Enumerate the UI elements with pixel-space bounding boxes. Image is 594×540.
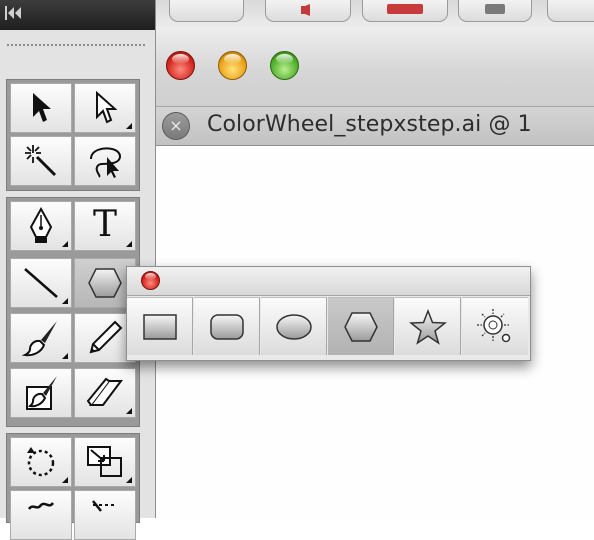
free-transform-tool[interactable]: [74, 490, 136, 540]
flyout-indicator-icon: [62, 241, 68, 247]
speaker-icon: [297, 1, 319, 20]
flyout-indicator-icon: [126, 123, 132, 129]
tool-group-transform: [6, 433, 140, 540]
flare-icon: [477, 308, 511, 342]
polygon-tool-option[interactable]: [328, 297, 394, 355]
star-icon: [408, 308, 447, 345]
blob-brush-icon: [26, 376, 57, 410]
flyout-indicator-icon: [126, 241, 132, 247]
flare-tool[interactable]: [462, 297, 528, 355]
hexagon-icon: [88, 268, 122, 298]
scale-tool[interactable]: [74, 437, 136, 487]
flyout-titlebar[interactable]: [127, 267, 530, 296]
hollow-arrow-icon: [96, 91, 117, 124]
warp-tool[interactable]: [10, 490, 72, 540]
toolbar-button[interactable]: [458, 0, 532, 22]
warp-icon: [27, 502, 55, 510]
window-titlebar: [156, 30, 594, 107]
window-minimize-button[interactable]: [218, 51, 247, 80]
flyout-close-button[interactable]: [141, 271, 160, 290]
type-tool[interactable]: T: [74, 201, 136, 251]
shape-tools-flyout: [126, 266, 531, 361]
document-tab[interactable]: × ColorWheel_stepxstep.ai @ 1: [156, 107, 594, 146]
ellipse-icon: [275, 313, 312, 340]
scale-icon: [87, 446, 122, 477]
flyout-indicator-icon: [126, 477, 132, 483]
line-segment-tool[interactable]: [10, 258, 72, 308]
lasso-tool[interactable]: [74, 136, 136, 186]
lasso-icon: [90, 147, 121, 178]
flyout-indicator-icon: [62, 298, 68, 304]
eraser-tool[interactable]: [74, 368, 136, 418]
tools-panel: T: [0, 0, 156, 540]
paintbrush-tool[interactable]: [10, 313, 72, 363]
line-icon: [24, 268, 58, 298]
rounded-rectangle-icon: [209, 313, 244, 340]
arrow-icon: [33, 93, 51, 122]
flyout-indicator-icon: [62, 477, 68, 483]
pen-tool[interactable]: [10, 201, 72, 251]
rectangle-icon: [142, 313, 177, 340]
blob-brush-tool[interactable]: [10, 368, 72, 418]
panel-grip[interactable]: [6, 43, 146, 48]
pencil-icon: [89, 320, 123, 354]
flyout-indicator-icon: [126, 408, 132, 414]
toolbar-button[interactable]: [362, 0, 448, 22]
star-tool[interactable]: [395, 297, 461, 355]
window-toolbar-strip: [155, 0, 594, 30]
window-close-button[interactable]: [166, 51, 195, 80]
eraser-icon: [86, 377, 123, 406]
tool-group-selection: [6, 79, 140, 191]
rotate-icon: [27, 447, 55, 477]
toolbar-button[interactable]: [169, 0, 244, 22]
toolbar-button[interactable]: [547, 0, 594, 22]
rounded-rectangle-tool[interactable]: [194, 297, 260, 355]
hexagon-icon: [343, 311, 378, 342]
window-zoom-button[interactable]: [270, 51, 299, 80]
tools-panel-header[interactable]: [0, 0, 155, 30]
tab-close-icon[interactable]: ×: [162, 112, 190, 140]
ellipse-tool[interactable]: [261, 297, 327, 355]
rectangle-tool[interactable]: [127, 297, 193, 355]
type-icon: T: [92, 204, 117, 245]
brush-icon: [21, 321, 57, 357]
stop-icon: [483, 1, 507, 20]
flyout-indicator-icon: [62, 353, 68, 359]
record-icon: [385, 1, 425, 20]
pen-nib-icon: [29, 207, 53, 243]
document-title: ColorWheel_stepxstep.ai @ 1: [207, 112, 532, 137]
toolbar-button[interactable]: [265, 0, 351, 22]
magic-wand-icon: [25, 145, 57, 177]
flyout-tool-row: [127, 297, 530, 357]
tool-group-drawing: T: [6, 197, 140, 427]
direct-selection-tool[interactable]: [74, 83, 136, 133]
collapse-panel-icon[interactable]: [4, 6, 22, 20]
rotate-tool[interactable]: [10, 437, 72, 487]
selection-tool[interactable]: [10, 83, 72, 133]
magic-wand-tool[interactable]: [10, 136, 72, 186]
free-transform-icon: [92, 500, 117, 512]
